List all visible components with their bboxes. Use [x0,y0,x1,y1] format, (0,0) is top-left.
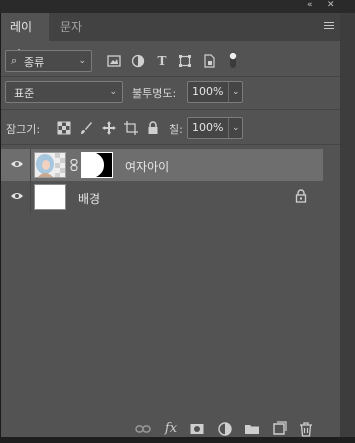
chevron-down-icon: ⌄ [109,87,117,97]
panel-scroll-area[interactable] [340,13,355,443]
image-filter-icon[interactable] [107,54,121,68]
layer-name[interactable]: 여자아이 [125,158,169,175]
layer-row-girl[interactable]: 여자아이 [1,149,323,181]
layers-panel: 레이어 문자 ⌕ 종류 ⌄ T 표준 ⌄ 불투명도: [1,13,340,443]
opacity-field[interactable]: 100% ⌄ [187,81,243,103]
opacity-dropdown[interactable]: ⌄ [228,82,242,102]
tab-layers[interactable]: 레이어 [1,13,49,62]
blend-mode-select[interactable]: 표준 ⌄ [5,81,123,103]
lock-label: 잠그기: [6,123,41,136]
layer-mask-thumbnail[interactable] [81,152,113,178]
divider [1,109,340,110]
tab-character[interactable]: 문자 [51,13,91,41]
blend-row: 표준 ⌄ 불투명도: 100% ⌄ [1,79,340,105]
layer-thumbnail[interactable] [34,184,66,210]
divider [1,144,340,145]
fx-icon[interactable]: fx [163,421,179,437]
blend-mode-value: 표준 [14,87,35,100]
mask-link-icon[interactable] [70,158,78,172]
collapse-panel-icon[interactable]: « [307,0,313,11]
lock-all-icon[interactable] [146,121,160,135]
chevron-down-icon: ⌄ [78,56,86,66]
new-layer-icon[interactable] [271,421,287,437]
layer-name[interactable]: 배경 [78,190,100,207]
panel-menu-icon[interactable] [324,22,334,31]
divider [30,181,31,213]
visibility-eye-icon[interactable] [10,191,24,201]
link-layers-icon[interactable] [135,421,151,437]
lock-row: 잠그기: 칠: 100% ⌄ [1,116,340,142]
chevron-down-icon: ⌄ [232,123,240,133]
filter-kind-label: 종류 [24,56,45,69]
smart-object-filter-icon[interactable] [202,54,216,68]
search-icon: ⌕ [11,54,18,67]
visibility-eye-icon[interactable] [10,159,24,169]
fill-field[interactable]: 100% ⌄ [187,117,243,139]
divider [30,149,31,181]
panel-tab-bar: 레이어 문자 [1,13,340,62]
window-bottom-edge [0,437,355,443]
chevron-down-icon: ⌄ [232,87,240,97]
divider [1,76,340,77]
close-panel-icon[interactable]: ✕ [327,0,335,11]
layer-filter-row: ⌕ 종류 ⌄ T [1,48,340,74]
new-group-icon[interactable] [244,421,260,437]
layer-thumbnail[interactable] [34,152,66,178]
lock-position-icon[interactable] [102,121,116,135]
opacity-label: 불투명도: [132,87,177,100]
lock-transparency-icon[interactable] [57,121,71,135]
lock-artboard-icon[interactable] [124,121,138,135]
filter-toggle-icon[interactable] [226,51,240,69]
window-titlebar: « ✕ [0,0,355,13]
adjustment-filter-icon[interactable] [131,54,145,68]
layer-lock-icon [295,189,307,203]
add-mask-icon[interactable] [189,421,205,437]
delete-layer-icon[interactable] [298,421,314,437]
filter-kind-select[interactable]: ⌕ 종류 ⌄ [5,50,92,72]
fill-label: 칠: [169,123,183,136]
fill-dropdown[interactable]: ⌄ [228,118,242,138]
type-filter-icon[interactable]: T [155,54,169,68]
adjustment-layer-icon[interactable] [217,421,233,437]
shape-filter-icon[interactable] [178,54,192,68]
fill-value: 100% [192,121,224,134]
lock-pixels-icon[interactable] [79,121,93,135]
layer-row-background[interactable]: 배경 [1,181,323,213]
opacity-value: 100% [192,85,224,98]
